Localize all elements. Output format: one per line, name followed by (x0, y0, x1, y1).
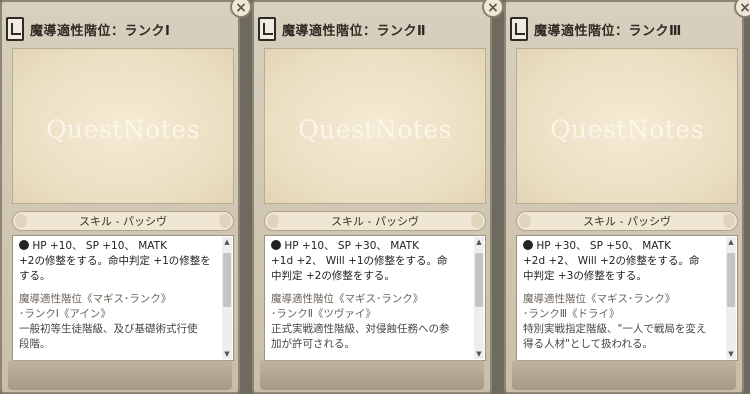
desc-line-2: 得る人材"として扱われる。 (523, 338, 653, 350)
desc-line-1: 特別実戦指定階級、"一人で戦局を変え (523, 323, 707, 335)
watermark: QuestNotes (46, 115, 200, 144)
flavor-line-2: ･ランクⅡ《ツヴァイ》 (271, 308, 376, 320)
desc-line-2: 加が許可される。 (271, 338, 355, 350)
flavor-text: 魔導適性階位《マギス･ランク》 ･ランクⅡ《ツヴァイ》 (271, 292, 467, 322)
stats-line-1: HP +30、 SP +50、 MATK (536, 240, 671, 252)
stats-line-1: HP +10、 SP +10、 MATK (32, 240, 167, 252)
skill-type-label: スキル - パッシヴ (79, 215, 167, 228)
skill-type-label: スキル - パッシヴ (583, 215, 671, 228)
stats-text: HP +10、 SP +30、 MATK +1d +2、 Will +1の修整を… (271, 239, 467, 284)
flavor-line-1: 魔導適性階位《マギス･ランク》 (19, 293, 172, 305)
flavor-text: 魔導適性階位《マギス･ランク》 ･ランクⅢ《ドライ》 (523, 292, 719, 322)
scroll-thumb[interactable] (475, 253, 483, 307)
description-box[interactable]: HP +10、 SP +30、 MATK +1d +2、 Will +1の修整を… (264, 235, 486, 361)
panel-title: 魔導適性階位：ランクⅠ (30, 23, 171, 39)
scrollbar[interactable]: ▲ ▼ (474, 237, 484, 359)
panel-title: 魔導適性階位：ランクⅡ (282, 23, 427, 39)
close-icon[interactable]: × (230, 0, 252, 18)
flavor-line-2: ･ランクⅢ《ドライ》 (523, 308, 620, 320)
flavor-text: 魔導適性階位《マギス･ランク》 ･ランクⅠ《アイン》 (19, 292, 215, 322)
flavor-line-2: ･ランクⅠ《アイン》 (19, 308, 111, 320)
scroll-down-icon[interactable]: ▼ (726, 349, 736, 359)
desc-line-1: 一般初等生徒階級、及び基礎術式行使 (19, 323, 198, 335)
desc-line-2: 段階。 (19, 338, 51, 350)
stats-line-1: HP +10、 SP +30、 MATK (284, 240, 419, 252)
scroll-up-icon[interactable]: ▲ (222, 237, 232, 247)
skill-type-bar: スキル - パッシヴ (12, 211, 234, 231)
stats-line-3: する。 (19, 270, 51, 282)
watermark: QuestNotes (298, 115, 452, 144)
panel-header: 魔導適性階位：ランクⅡ (254, 14, 490, 44)
scrollbar[interactable]: ▲ ▼ (222, 237, 232, 359)
book-icon (510, 17, 528, 41)
stats-line-3: 中判定 +3の修整をする。 (523, 270, 647, 282)
stats-line-2: +1d +2、 Will +1の修整をする。命 (271, 255, 448, 267)
skill-panel-rank-2: × 魔導適性階位：ランクⅡ QuestNotes スキル - パッシヴ HP +… (252, 0, 504, 394)
skill-type-bar: スキル - パッシヴ (516, 211, 738, 231)
stats-line-3: 中判定 +2の修整をする。 (271, 270, 395, 282)
description-text: 特別実戦指定階級、"一人で戦局を変え 得る人材"として扱われる。 (523, 322, 719, 352)
stats-text: HP +10、 SP +10、 MATK +2の修整をする。命中判定 +1の修整… (19, 239, 215, 284)
stats-text: HP +30、 SP +50、 MATK +2d +2、 Will +2の修整を… (523, 239, 719, 284)
watermark: QuestNotes (550, 115, 704, 144)
scroll-up-icon[interactable]: ▲ (726, 237, 736, 247)
scroll-down-icon[interactable]: ▼ (474, 349, 484, 359)
flavor-line-1: 魔導適性階位《マギス･ランク》 (523, 293, 676, 305)
skill-panel-rank-1: × 魔導適性階位：ランクⅠ QuestNotes スキル - パッシヴ HP +… (0, 0, 252, 394)
heart-icon (523, 240, 533, 250)
desc-line-1: 正式実戦適性階級、対侵蝕任務への参 (271, 323, 450, 335)
scrollbar[interactable]: ▲ ▼ (726, 237, 736, 359)
panel-title: 魔導適性階位：ランクⅢ (534, 23, 682, 39)
panel-header: 魔導適性階位：ランクⅢ (506, 14, 742, 44)
skill-image: QuestNotes (264, 48, 486, 204)
skill-image: QuestNotes (12, 48, 234, 204)
stats-line-2: +2d +2、 Will +2の修整をする。命 (523, 255, 700, 267)
description-text: 正式実戦適性階級、対侵蝕任務への参 加が許可される。 (271, 322, 467, 352)
description-text: 一般初等生徒階級、及び基礎術式行使 段階。 (19, 322, 215, 352)
description-box[interactable]: HP +30、 SP +50、 MATK +2d +2、 Will +2の修整を… (516, 235, 738, 361)
scroll-thumb[interactable] (223, 253, 231, 307)
skill-image: QuestNotes (516, 48, 738, 204)
stats-line-2: +2の修整をする。命中判定 +1の修整を (19, 255, 211, 267)
panel-header: 魔導適性階位：ランクⅠ (2, 14, 238, 44)
panel-footer (8, 360, 232, 390)
panel-footer (512, 360, 736, 390)
panel-footer (260, 360, 484, 390)
book-icon (6, 17, 24, 41)
book-icon (258, 17, 276, 41)
flavor-line-1: 魔導適性階位《マギス･ランク》 (271, 293, 424, 305)
description-box[interactable]: HP +10、 SP +10、 MATK +2の修整をする。命中判定 +1の修整… (12, 235, 234, 361)
scroll-down-icon[interactable]: ▼ (222, 349, 232, 359)
skill-type-label: スキル - パッシヴ (331, 215, 419, 228)
heart-icon (271, 240, 281, 250)
heart-icon (19, 240, 29, 250)
scroll-up-icon[interactable]: ▲ (474, 237, 484, 247)
skill-type-bar: スキル - パッシヴ (264, 211, 486, 231)
close-icon[interactable]: × (482, 0, 504, 18)
scroll-thumb[interactable] (727, 253, 735, 307)
skill-panel-rank-3: × 魔導適性階位：ランクⅢ QuestNotes スキル - パッシヴ HP +… (504, 0, 750, 394)
